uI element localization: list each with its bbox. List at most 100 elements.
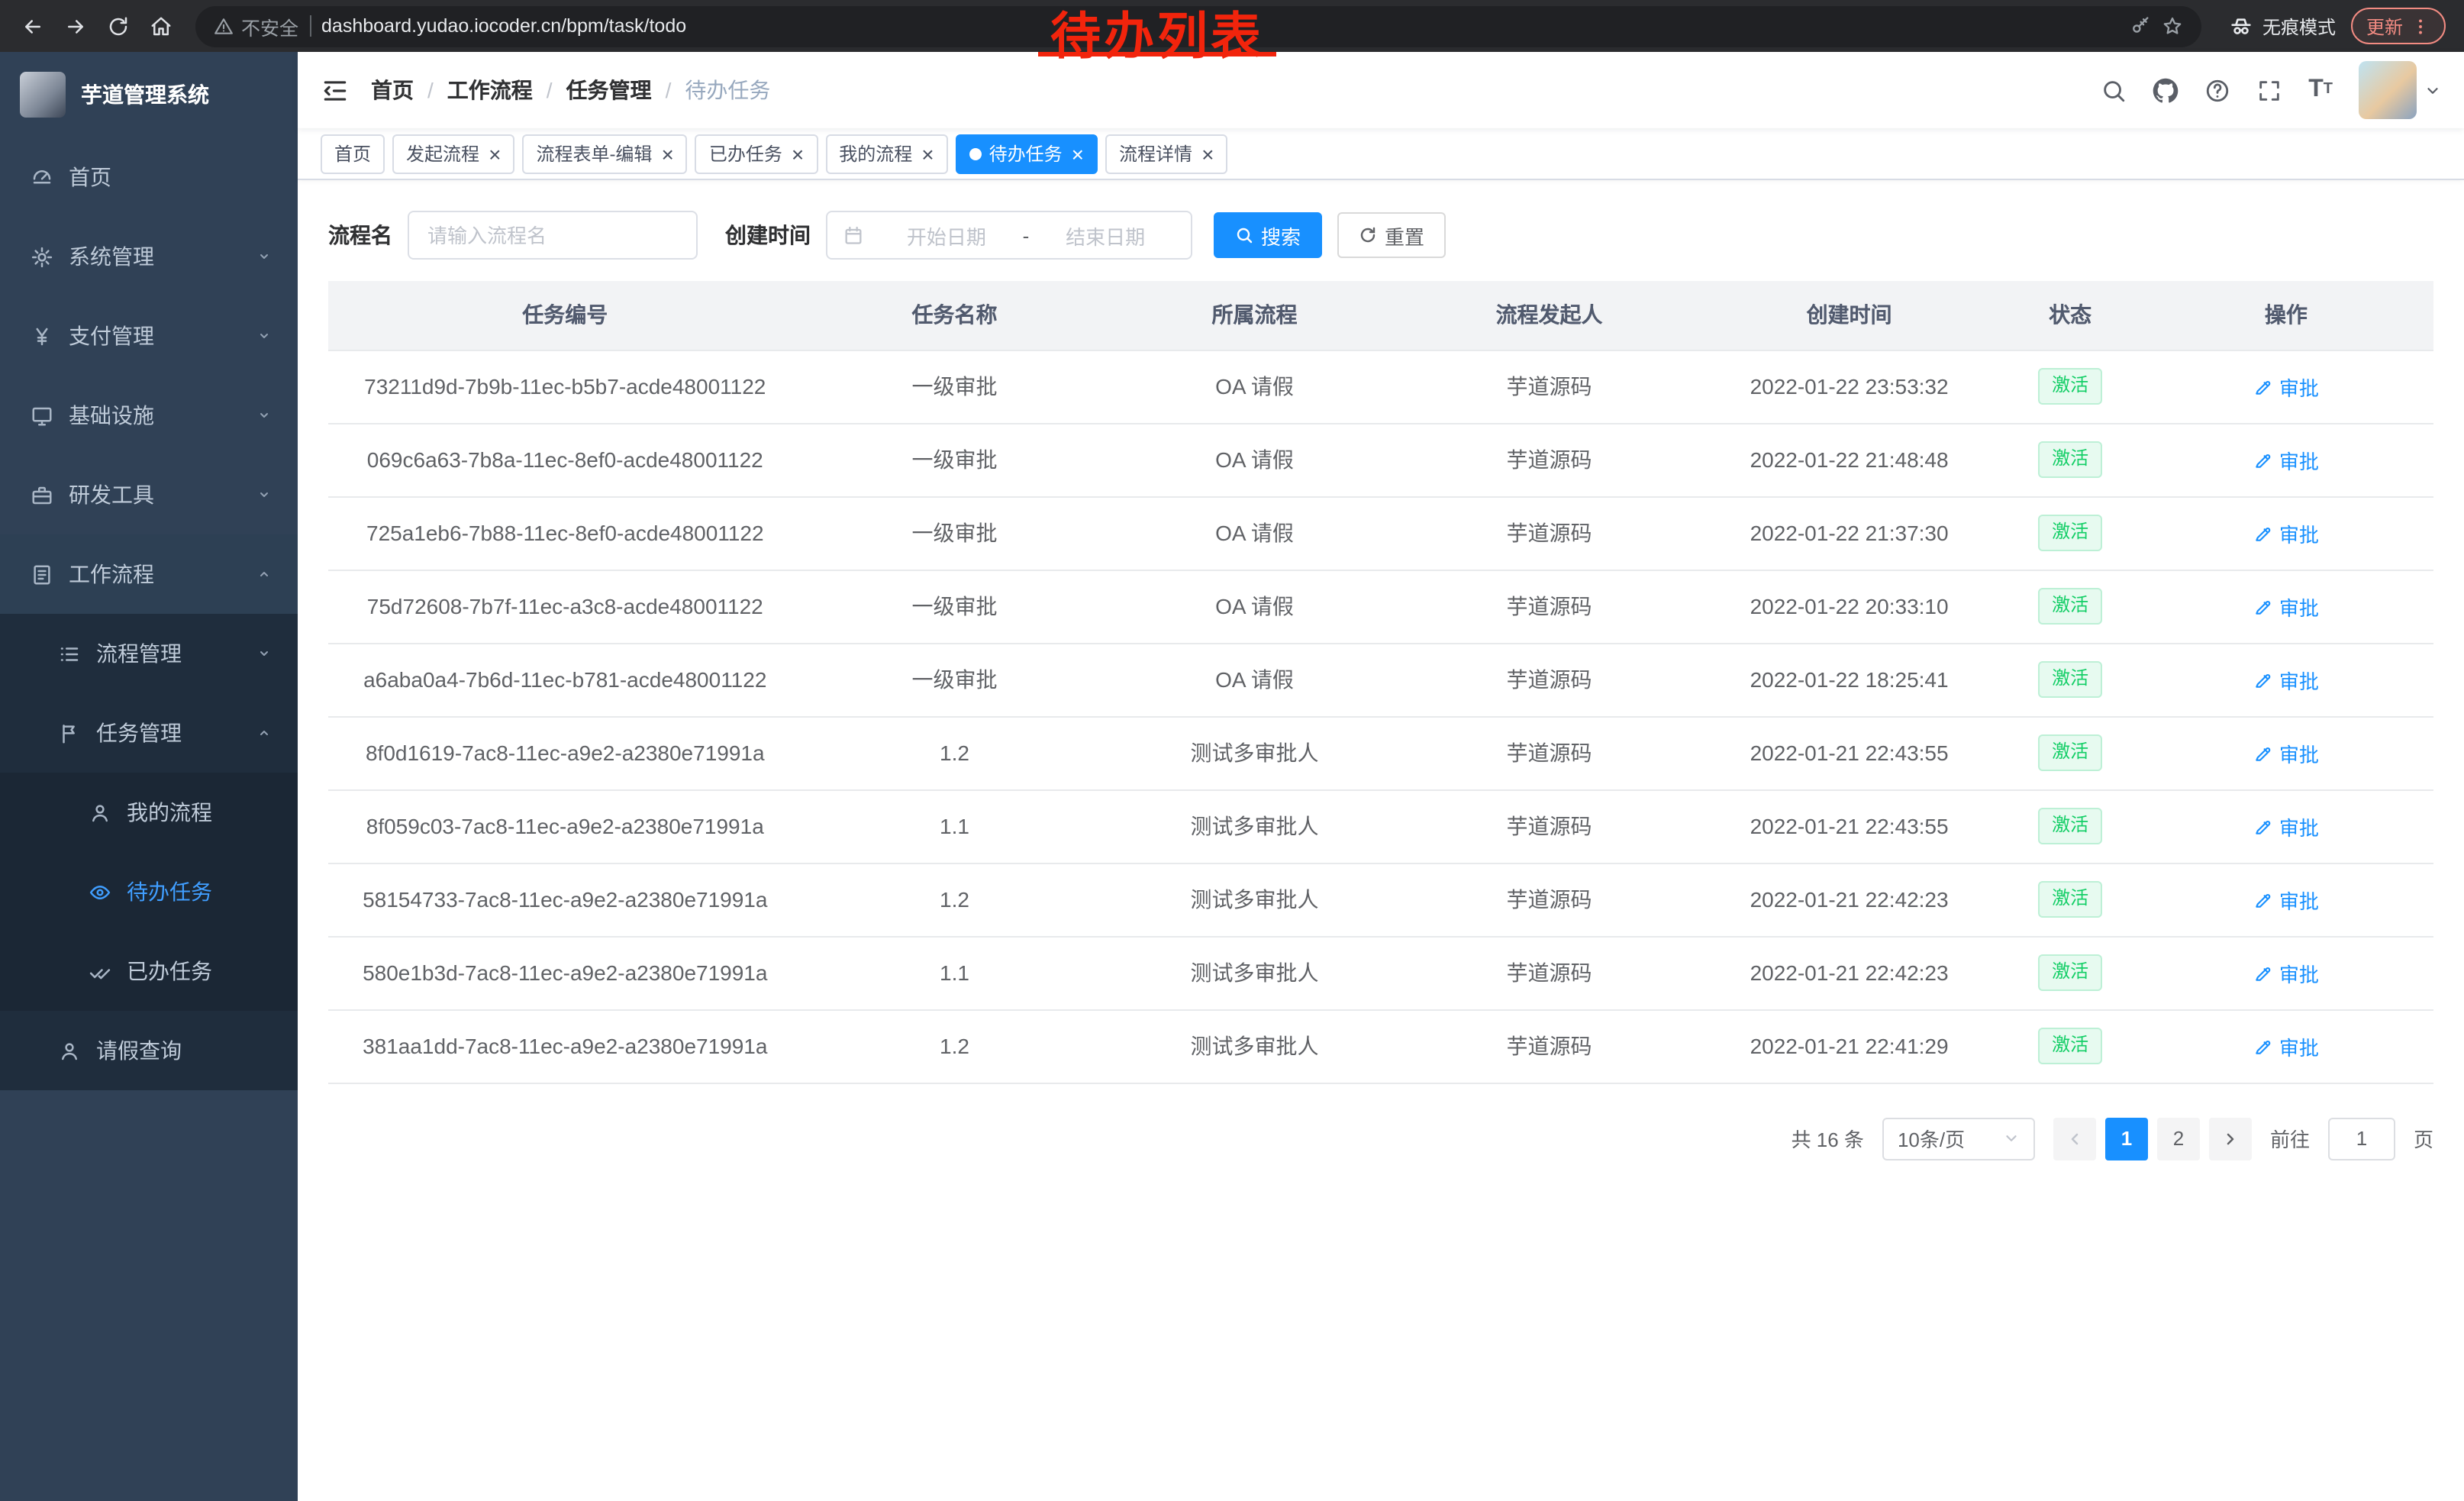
sidebar-item-leave-query[interactable]: 请假查询 [0,1011,298,1090]
sidebar-item-todo-task[interactable]: 待办任务 [0,852,298,931]
approve-link[interactable]: 审批 [2253,445,2319,474]
tab-bar: 首页发起流程×流程表单-编辑×已办任务×我的流程×待办任务×流程详情× [298,128,2464,180]
security-warning[interactable]: 不安全 [214,11,298,40]
cell-created: 2022-01-21 22:43:55 [1697,716,2002,789]
close-icon[interactable]: × [792,143,804,164]
dashboard-icon [31,166,53,189]
app-logo[interactable]: 芋道管理系统 [0,52,298,137]
browser-update-button[interactable]: 更新 [2351,8,2446,44]
sidebar-item-label: 首页 [69,162,273,192]
approve-link[interactable]: 审批 [2253,885,2319,914]
close-icon[interactable]: × [1072,143,1084,164]
tab-my-process[interactable]: 我的流程× [825,134,947,173]
sidebar-item-infrastructure[interactable]: 基础设施 [0,376,298,455]
user-chat-icon [89,801,111,824]
table-row: 8f0d1619-7ac8-11ec-a9e2-a2380e71991a1.2测… [328,716,2433,789]
tab-label: 流程表单-编辑 [536,140,652,166]
cell-initiator: 芋道源码 [1402,643,1697,716]
reset-button[interactable]: 重置 [1337,212,1446,258]
close-icon[interactable]: × [1201,143,1214,164]
cell-created: 2022-01-21 22:41:29 [1697,1009,2002,1083]
chevron-down-icon [255,327,273,345]
fullscreen-icon[interactable] [2256,77,2282,103]
sidebar-item-label: 支付管理 [69,321,240,351]
breadcrumb-item[interactable]: 首页 [371,75,414,105]
edit-icon [2253,889,2273,909]
update-label: 更新 [2366,13,2403,39]
password-key-icon[interactable] [2130,15,2151,37]
approve-link[interactable]: 审批 [2253,665,2319,694]
tab-todo-task[interactable]: 待办任务× [956,134,1098,173]
start-date-placeholder[interactable]: 开始日期 [876,221,1017,250]
sidebar-item-process-mgmt[interactable]: 流程管理 [0,614,298,693]
browser-refresh-button[interactable] [98,6,137,46]
breadcrumb-separator: / [547,78,553,102]
browser-home-button[interactable] [140,6,180,46]
tab-form-edit[interactable]: 流程表单-编辑 × [522,134,687,173]
cell-created: 2022-01-22 23:53:32 [1697,350,2002,423]
sidebar-item-devtools[interactable]: 研发工具 [0,455,298,534]
close-icon[interactable]: × [921,143,934,164]
tab-home[interactable]: 首页 [321,134,385,173]
date-range-picker[interactable]: 开始日期 - 结束日期 [826,211,1192,260]
sidebar-item-workflow[interactable]: 工作流程 [0,534,298,614]
close-icon[interactable]: × [489,143,501,164]
sidebar-fold-icon[interactable] [321,76,350,105]
chevron-down-icon [255,406,273,424]
cell-initiator: 芋道源码 [1402,863,1697,936]
approve-link[interactable]: 审批 [2253,738,2319,767]
prev-page-button[interactable] [2053,1117,2096,1160]
font-size-icon[interactable]: TT [2308,78,2333,102]
yen-icon [31,324,53,347]
approve-link[interactable]: 审批 [2253,958,2319,987]
page-button-2[interactable]: 2 [2157,1117,2200,1160]
total-count: 共 16 条 [1792,1124,1864,1153]
approve-link[interactable]: 审批 [2253,592,2319,621]
cell-task-id: 069c6a63-7b8a-11ec-8ef0-acde48001122 [328,423,802,496]
tab-process-detail[interactable]: 流程详情× [1105,134,1227,173]
filter-bar: 流程名 创建时间 开始日期 - 结束日期 搜索 [328,211,2433,260]
tab-done-task[interactable]: 已办任务× [695,134,818,173]
approve-link[interactable]: 审批 [2253,372,2319,401]
tab-start-process[interactable]: 发起流程 × [392,134,514,173]
next-page-button[interactable] [2209,1117,2252,1160]
breadcrumb-item[interactable]: 工作流程 [447,75,533,105]
tab-label: 发起流程 [406,140,479,166]
cell-task-id: 75d72608-7b7f-11ec-a3c8-acde48001122 [328,570,802,643]
approve-link[interactable]: 审批 [2253,812,2319,841]
sidebar-item-label: 待办任务 [127,876,273,907]
goto-page-input[interactable] [2328,1117,2395,1160]
sidebar-item-system[interactable]: 系统管理 [0,217,298,296]
sidebar-item-done-task[interactable]: 已办任务 [0,931,298,1011]
bookmark-star-icon[interactable] [2162,15,2183,37]
caret-down-icon [2424,82,2441,98]
gear-icon [31,245,53,268]
avatar[interactable] [2359,61,2417,119]
table-row: 725a1eb6-7b88-11ec-8ef0-acde48001122一级审批… [328,496,2433,570]
page-size-select[interactable]: 10条/页 [1882,1117,2035,1160]
edit-icon [2253,596,2273,616]
sidebar-item-label: 基础设施 [69,400,240,431]
search-icon[interactable] [2101,77,2127,103]
close-icon[interactable]: × [661,143,673,164]
sidebar-item-task-mgmt[interactable]: 任务管理 [0,693,298,773]
page-unit-label: 页 [2414,1124,2433,1153]
process-name-input[interactable] [408,211,698,260]
browser-forward-button[interactable] [55,6,95,46]
sidebar-item-payment[interactable]: 支付管理 [0,296,298,376]
cell-created: 2022-01-22 18:25:41 [1697,643,2002,716]
approve-link[interactable]: 审批 [2253,518,2319,547]
sidebar-item-my-process[interactable]: 我的流程 [0,773,298,852]
breadcrumb-item[interactable]: 任务管理 [566,75,652,105]
help-icon[interactable] [2204,77,2230,103]
github-icon[interactable] [2153,77,2179,103]
menu-dots-icon[interactable] [2411,16,2430,36]
page-button-1[interactable]: 1 [2105,1117,2148,1160]
end-date-placeholder[interactable]: 结束日期 [1035,221,1176,250]
cell-task-id: 8f0d1619-7ac8-11ec-a9e2-a2380e71991a [328,716,802,789]
search-button[interactable]: 搜索 [1214,212,1322,258]
approve-link[interactable]: 审批 [2253,1031,2319,1060]
user-menu[interactable] [2359,61,2441,119]
browser-back-button[interactable] [12,6,52,46]
sidebar-item-home[interactable]: 首页 [0,137,298,217]
